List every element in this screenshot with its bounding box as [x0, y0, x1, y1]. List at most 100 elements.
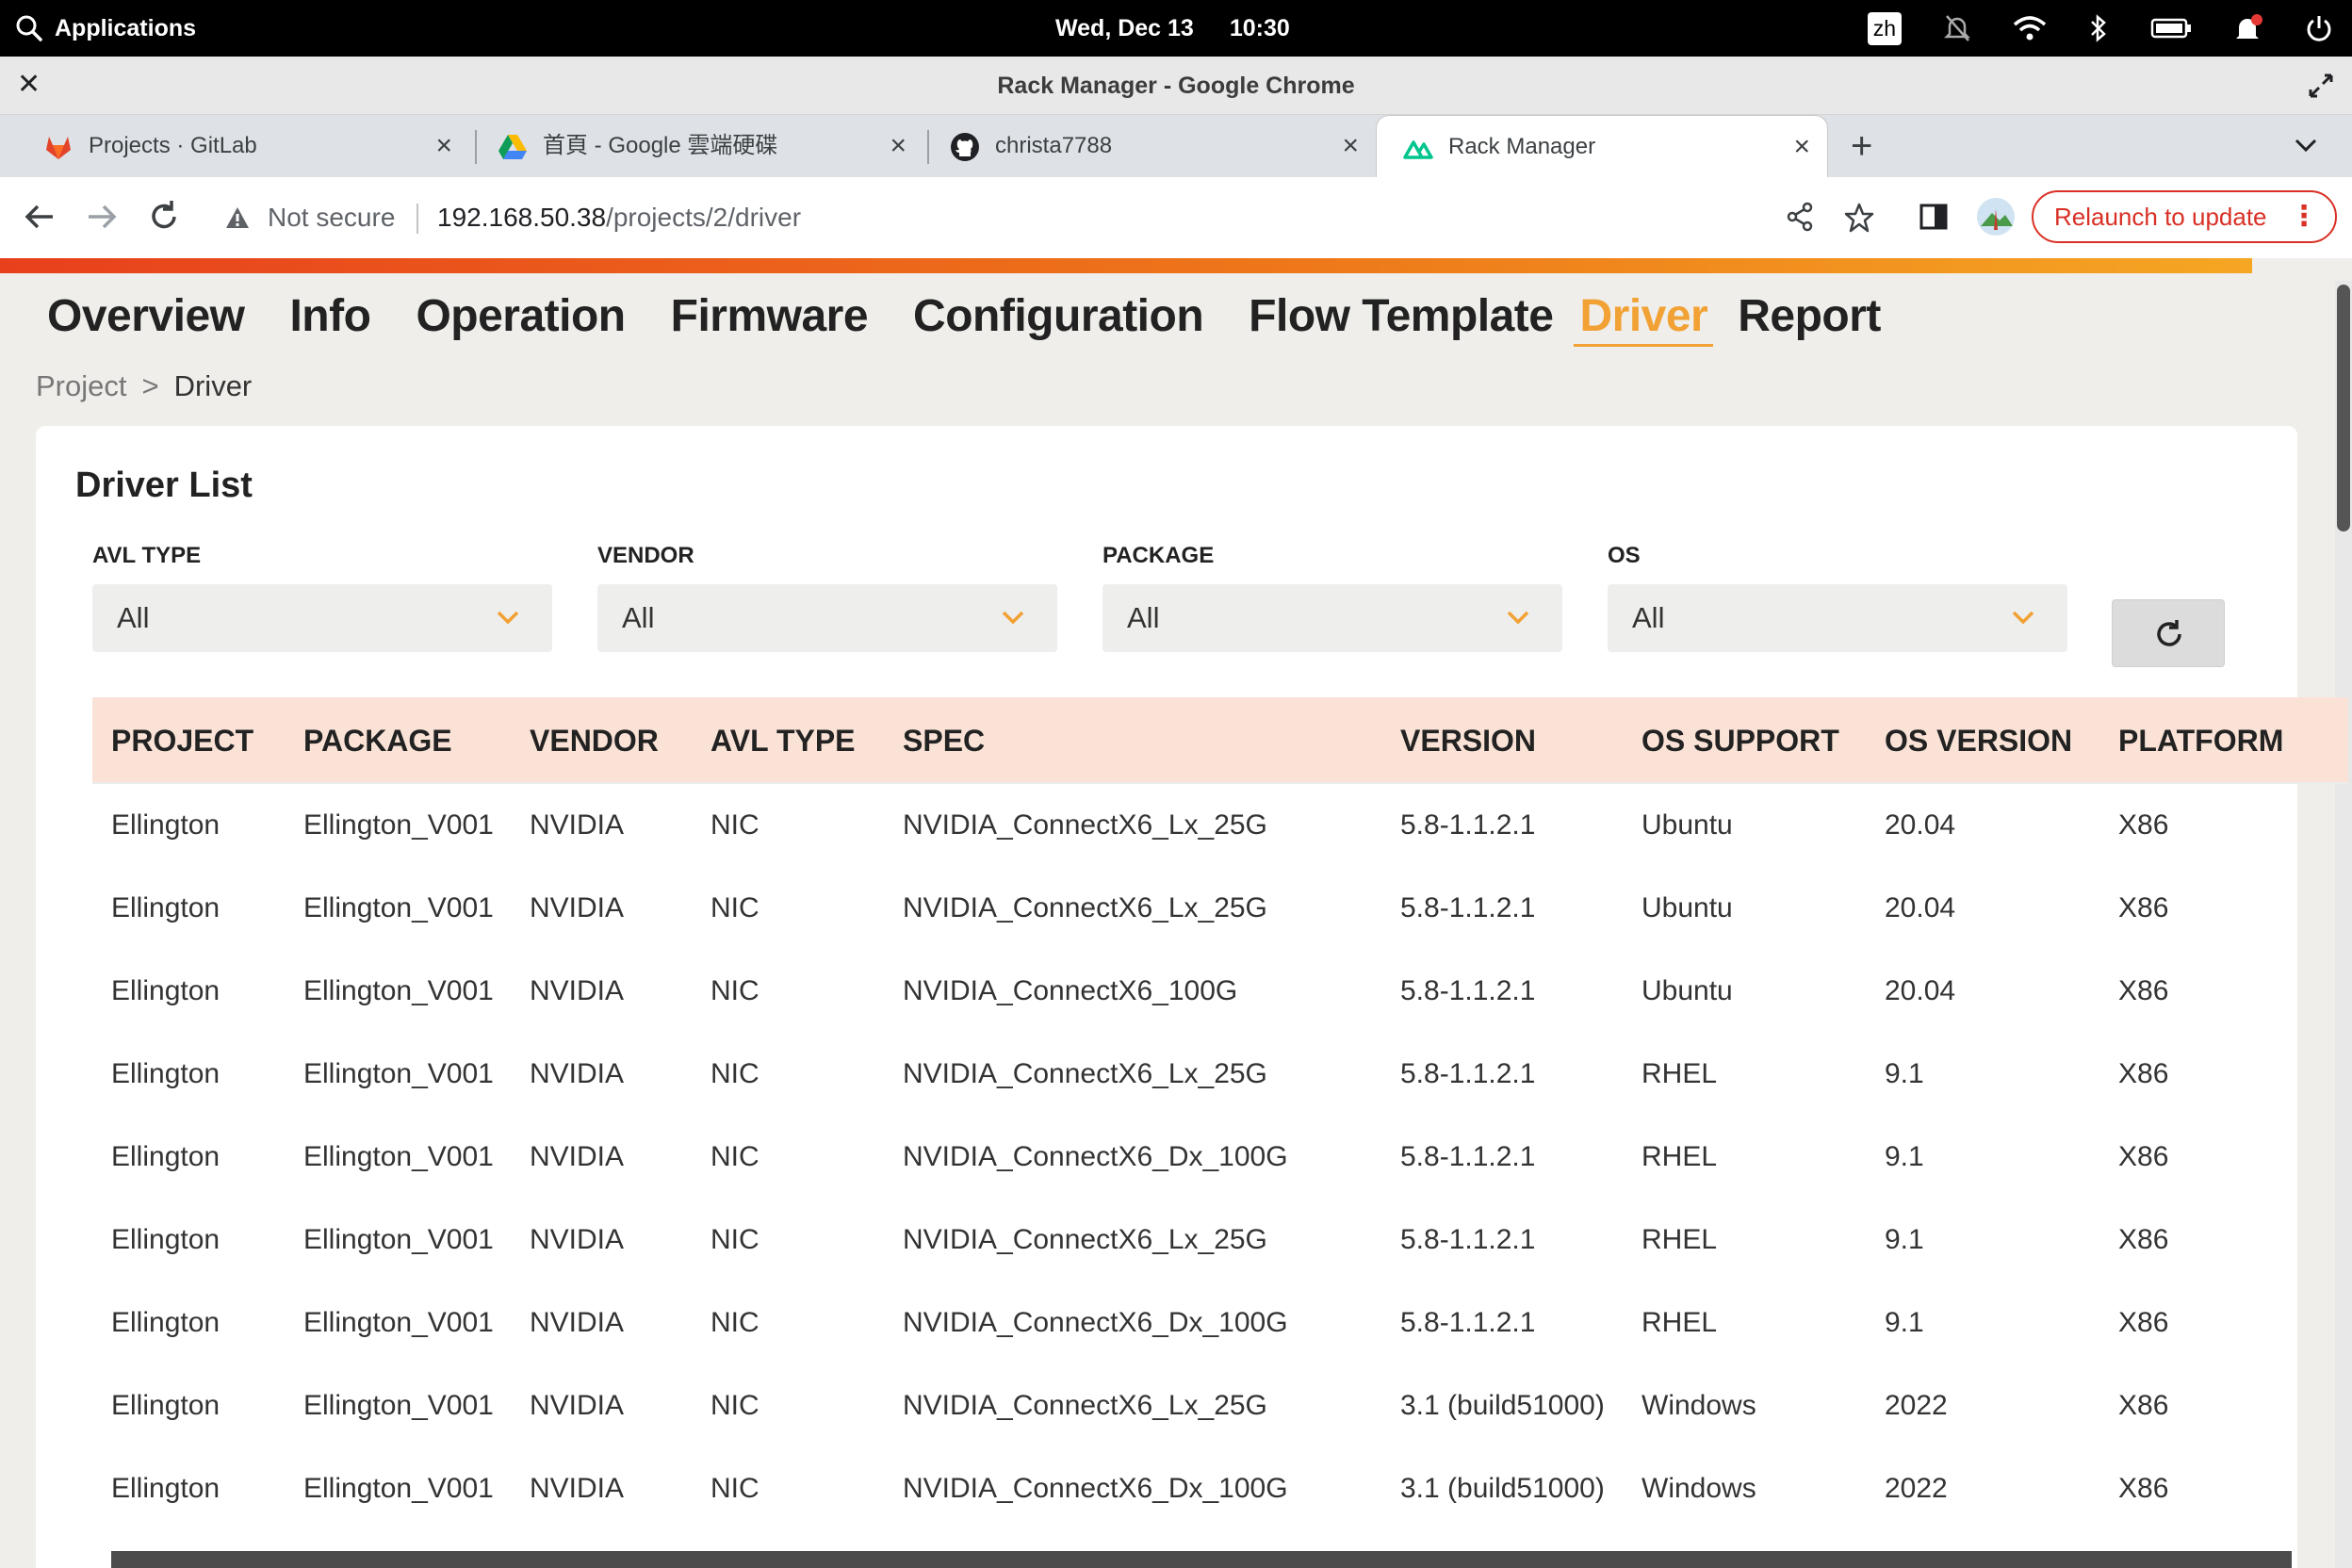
col-version-cell: 5.8-1.1.2.1	[1400, 975, 1536, 1006]
profile-avatar[interactable]	[1975, 196, 2017, 237]
tab-google-drive[interactable]: 首頁 - Google 雲端硬碟 ×	[471, 115, 923, 177]
tab-close-button[interactable]: ×	[435, 115, 452, 177]
horizontal-scrollbar[interactable]	[111, 1551, 2292, 1568]
nav-info[interactable]: Info	[289, 286, 370, 347]
refresh-icon	[2157, 620, 2181, 646]
tab-github[interactable]: christa7788 ×	[923, 115, 1376, 177]
security-status[interactable]: Not secure	[268, 185, 395, 251]
col-vendor-cell: NVIDIA	[530, 1307, 625, 1338]
col-avl-type-header: AVL TYPE	[710, 724, 856, 758]
col-avl-type-cell: NIC	[710, 1307, 760, 1338]
filter-label: VENDOR	[597, 543, 694, 568]
table-row[interactable]: Ellington Ellington_V001 NVIDIA NIC NVIDIA_C…	[92, 1282, 2348, 1364]
col-platform-cell: X86	[2118, 1390, 2169, 1421]
table-row[interactable]: Ellington Ellington_V001 NVIDIA NIC NVIDIA_C…	[92, 950, 2348, 1033]
avl-type-select[interactable]: All	[92, 584, 552, 652]
table-row[interactable]: Ellington Ellington_V001 NVIDIA NIC NVIDIA_C…	[92, 1033, 2348, 1116]
chevron-down-icon[interactable]	[2294, 136, 2318, 155]
col-project-header: PROJECT	[111, 724, 254, 758]
tab-close-button[interactable]: ×	[1793, 116, 1810, 178]
restore-window-icon[interactable]	[2307, 72, 2335, 100]
breadcrumb-separator: >	[141, 369, 159, 402]
filter-avl-type: AVL TYPE All	[92, 539, 552, 652]
breadcrumb: Project > Driver	[36, 369, 252, 403]
new-tab-button[interactable]: +	[1851, 115, 1872, 177]
filter-label: AVL TYPE	[92, 543, 202, 568]
bookmark-star-icon[interactable]	[1843, 202, 1875, 234]
battery-icon[interactable]	[2150, 17, 2192, 40]
col-os-support-header: OS SUPPORT	[1642, 724, 1839, 758]
col-spec-cell: NVIDIA_ConnectX6_Dx_100G	[903, 1473, 1288, 1504]
tab-close-button[interactable]: ×	[1342, 115, 1359, 177]
col-vendor-cell: NVIDIA	[530, 1224, 625, 1255]
system-tray: zh	[1867, 0, 2333, 57]
chevron-down-icon	[497, 611, 519, 625]
nav-operation[interactable]: Operation	[416, 286, 626, 347]
chevron-down-icon	[1002, 611, 1024, 625]
back-arrow-icon[interactable]	[19, 196, 60, 237]
nav-report[interactable]: Report	[1738, 286, 1881, 347]
vertical-scrollbar-thumb[interactable]	[2337, 285, 2350, 531]
search-icon	[16, 15, 42, 41]
bluetooth-icon[interactable]	[2088, 13, 2109, 43]
url-host: 192.168.50.38	[437, 203, 607, 232]
col-vendor-cell: NVIDIA	[530, 975, 625, 1006]
tab-gitlab[interactable]: Projects · GitLab ×	[17, 115, 469, 177]
side-panel-icon[interactable]	[1919, 202, 1949, 232]
table-row[interactable]: Ellington Ellington_V001 NVIDIA NIC NVIDIA_C…	[92, 784, 2348, 867]
table-row[interactable]: Ellington Ellington_V001 NVIDIA NIC NVIDIA_C…	[92, 1116, 2348, 1199]
share-icon[interactable]	[1785, 202, 1815, 232]
browser-toolbar: Not secure 192.168.50.38/projects/2/driv…	[0, 177, 2352, 258]
forward-arrow-icon[interactable]	[81, 196, 122, 237]
muted-notifications-icon[interactable]	[1943, 13, 1971, 43]
input-language-indicator[interactable]: zh	[1867, 11, 1902, 45]
col-avl-type-cell: NIC	[710, 892, 760, 923]
col-project-cell: Ellington	[111, 1141, 220, 1172]
clock-date: Wed, Dec 13	[1055, 14, 1194, 41]
col-platform-header: PLATFORM	[2118, 724, 2284, 758]
more-menu-icon[interactable]: ⋮	[2290, 192, 2318, 241]
table-row[interactable]: Ellington Ellington_V001 NVIDIA NIC NVIDIA_C…	[92, 1199, 2348, 1282]
nav-overview[interactable]: Overview	[47, 286, 245, 347]
col-platform-cell: X86	[2118, 892, 2169, 923]
url-text[interactable]: 192.168.50.38/projects/2/driver	[437, 185, 801, 251]
wifi-icon[interactable]	[2013, 15, 2047, 41]
filter-label: PACKAGE	[1102, 543, 1215, 568]
vendor-select[interactable]: All	[597, 584, 1057, 652]
address-bar[interactable]: Not secure 192.168.50.38/projects/2/driv…	[207, 185, 1828, 251]
package-select[interactable]: All	[1102, 584, 1562, 652]
col-os-version-cell: 20.04	[1885, 975, 1956, 1006]
table-row[interactable]: Ellington Ellington_V001 NVIDIA NIC NVIDIA_C…	[92, 1447, 2348, 1530]
reload-icon[interactable]	[143, 196, 185, 237]
applications-menu[interactable]: Applications	[15, 0, 196, 57]
notification-bell-icon[interactable]	[2233, 13, 2263, 43]
col-os-version-cell: 20.04	[1885, 892, 1956, 923]
omnibox-divider	[416, 204, 418, 234]
col-platform-cell: X86	[2118, 809, 2169, 841]
reset-filters-button[interactable]	[2112, 599, 2225, 667]
os-select[interactable]: All	[1608, 584, 2067, 652]
power-icon[interactable]	[2305, 14, 2333, 42]
nav-driver[interactable]: Driver	[1574, 286, 1714, 347]
tab-rack-manager[interactable]: Rack Manager ×	[1376, 115, 1828, 177]
clock[interactable]: Wed, Dec 13 10:30	[1055, 0, 1290, 57]
tab-close-button[interactable]: ×	[890, 115, 906, 177]
window-title-bar: ✕ Rack Manager - Google Chrome	[0, 57, 2352, 115]
col-spec-cell: NVIDIA_ConnectX6_Lx_25G	[903, 1224, 1267, 1255]
col-platform-cell: X86	[2118, 1307, 2169, 1338]
select-value: All	[117, 601, 150, 634]
nav-flow-template[interactable]: Flow Template	[1249, 286, 1554, 347]
col-avl-type-cell: NIC	[710, 1141, 760, 1172]
col-platform-cell: X86	[2118, 1058, 2169, 1089]
relaunch-to-update-button[interactable]: Relaunch to update ⋮	[2032, 190, 2337, 243]
col-package-cell: Ellington_V001	[303, 1141, 494, 1172]
table-row[interactable]: Ellington Ellington_V001 NVIDIA NIC NVIDIA_C…	[92, 867, 2348, 950]
nav-firmware[interactable]: Firmware	[671, 286, 869, 347]
col-package-cell: Ellington_V001	[303, 1224, 494, 1255]
warning-icon[interactable]	[224, 205, 251, 230]
clock-time: 10:30	[1229, 14, 1290, 41]
col-spec-cell: NVIDIA_ConnectX6_Lx_25G	[903, 1390, 1267, 1421]
table-row[interactable]: Ellington Ellington_V001 NVIDIA NIC NVIDIA_C…	[92, 1364, 2348, 1447]
breadcrumb-project[interactable]: Project	[36, 369, 126, 403]
nav-configuration[interactable]: Configuration	[913, 286, 1204, 347]
